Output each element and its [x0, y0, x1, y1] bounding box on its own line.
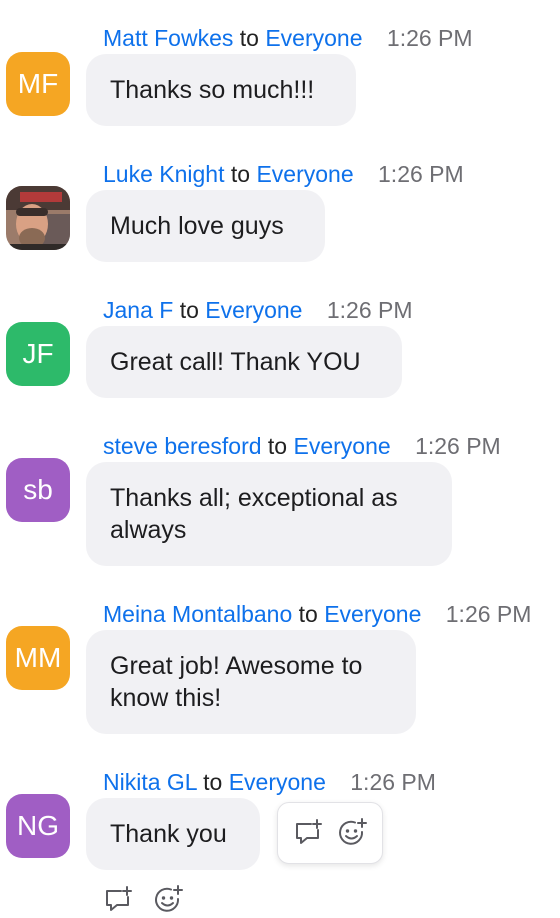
- avatar-initials: JF: [22, 338, 54, 369]
- sender-name[interactable]: Matt Fowkes: [103, 25, 233, 51]
- message-header: Nikita GL to Everyone 1:26 PM: [103, 768, 436, 796]
- recipient-name[interactable]: Everyone: [205, 297, 302, 323]
- message-text: Thanks all; exceptional as always: [110, 484, 398, 544]
- reply-thread-icon[interactable]: [100, 882, 136, 918]
- avatar-photo[interactable]: [6, 186, 70, 250]
- avatar-initials: sb: [23, 474, 53, 505]
- message-header: Jana F to Everyone 1:26 PM: [103, 296, 413, 324]
- avatar[interactable]: sb: [6, 458, 70, 522]
- avatar-initials: NG: [17, 810, 59, 841]
- message-header: Meina Montalbano to Everyone 1:26 PM: [103, 600, 531, 628]
- message-bubble[interactable]: Great job! Awesome to know this!: [86, 630, 416, 734]
- message-header: Luke Knight to Everyone 1:26 PM: [103, 160, 464, 188]
- sender-name[interactable]: steve beresford: [103, 433, 262, 459]
- to-label: to: [203, 769, 223, 795]
- recipient-name[interactable]: Everyone: [265, 25, 362, 51]
- avatar[interactable]: MF: [6, 52, 70, 116]
- to-label: to: [298, 601, 318, 627]
- to-label: to: [179, 297, 199, 323]
- message-text: Thanks so much!!!: [110, 76, 315, 104]
- avatar[interactable]: JF: [6, 322, 70, 386]
- to-label: to: [230, 161, 251, 187]
- to-label: to: [239, 25, 259, 51]
- message-header: Matt Fowkes to Everyone 1:26 PM: [103, 24, 473, 52]
- message-header: steve beresford to Everyone 1:26 PM: [103, 432, 501, 460]
- message-bubble[interactable]: Thank you: [86, 798, 260, 870]
- recipient-name[interactable]: Everyone: [256, 161, 353, 187]
- to-label: to: [267, 433, 288, 459]
- message-text: Great call! Thank YOU: [110, 348, 361, 376]
- message-text: Much love guys: [110, 212, 284, 240]
- message-bubble[interactable]: Much love guys: [86, 190, 325, 262]
- timestamp: 1:26 PM: [386, 25, 473, 51]
- recipient-name[interactable]: Everyone: [294, 433, 391, 459]
- timestamp: 1:26 PM: [378, 161, 464, 187]
- sender-name[interactable]: Jana F: [103, 297, 173, 323]
- message-bubble[interactable]: Great call! Thank YOU: [86, 326, 402, 398]
- timestamp: 1:26 PM: [326, 297, 413, 323]
- avatar-initials: MM: [14, 642, 62, 673]
- message-text: Great job! Awesome to know this!: [110, 652, 363, 712]
- sender-name[interactable]: Meina Montalbano: [103, 601, 292, 627]
- sender-name[interactable]: Luke Knight: [103, 161, 224, 187]
- recipient-name[interactable]: Everyone: [324, 601, 421, 627]
- message-bubble[interactable]: Thanks all; exceptional as always: [86, 462, 452, 566]
- timestamp: 1:26 PM: [350, 769, 436, 795]
- avatar[interactable]: MM: [6, 626, 70, 690]
- reply-thread-icon[interactable]: [290, 815, 326, 851]
- add-reaction-icon[interactable]: [150, 882, 186, 918]
- timestamp: 1:26 PM: [415, 433, 501, 459]
- sender-name[interactable]: Nikita GL: [103, 769, 197, 795]
- timestamp: 1:26 PM: [445, 601, 532, 627]
- avatar-initials: MF: [17, 68, 59, 99]
- message-text: Thank you: [110, 820, 227, 848]
- add-reaction-icon[interactable]: [334, 815, 370, 851]
- avatar[interactable]: NG: [6, 794, 70, 858]
- bottom-message-actions: [100, 882, 186, 918]
- recipient-name[interactable]: Everyone: [229, 769, 326, 795]
- message-hover-actions: [277, 802, 383, 864]
- message-bubble[interactable]: Thanks so much!!!: [86, 54, 356, 126]
- user-photo-icon: [6, 186, 70, 250]
